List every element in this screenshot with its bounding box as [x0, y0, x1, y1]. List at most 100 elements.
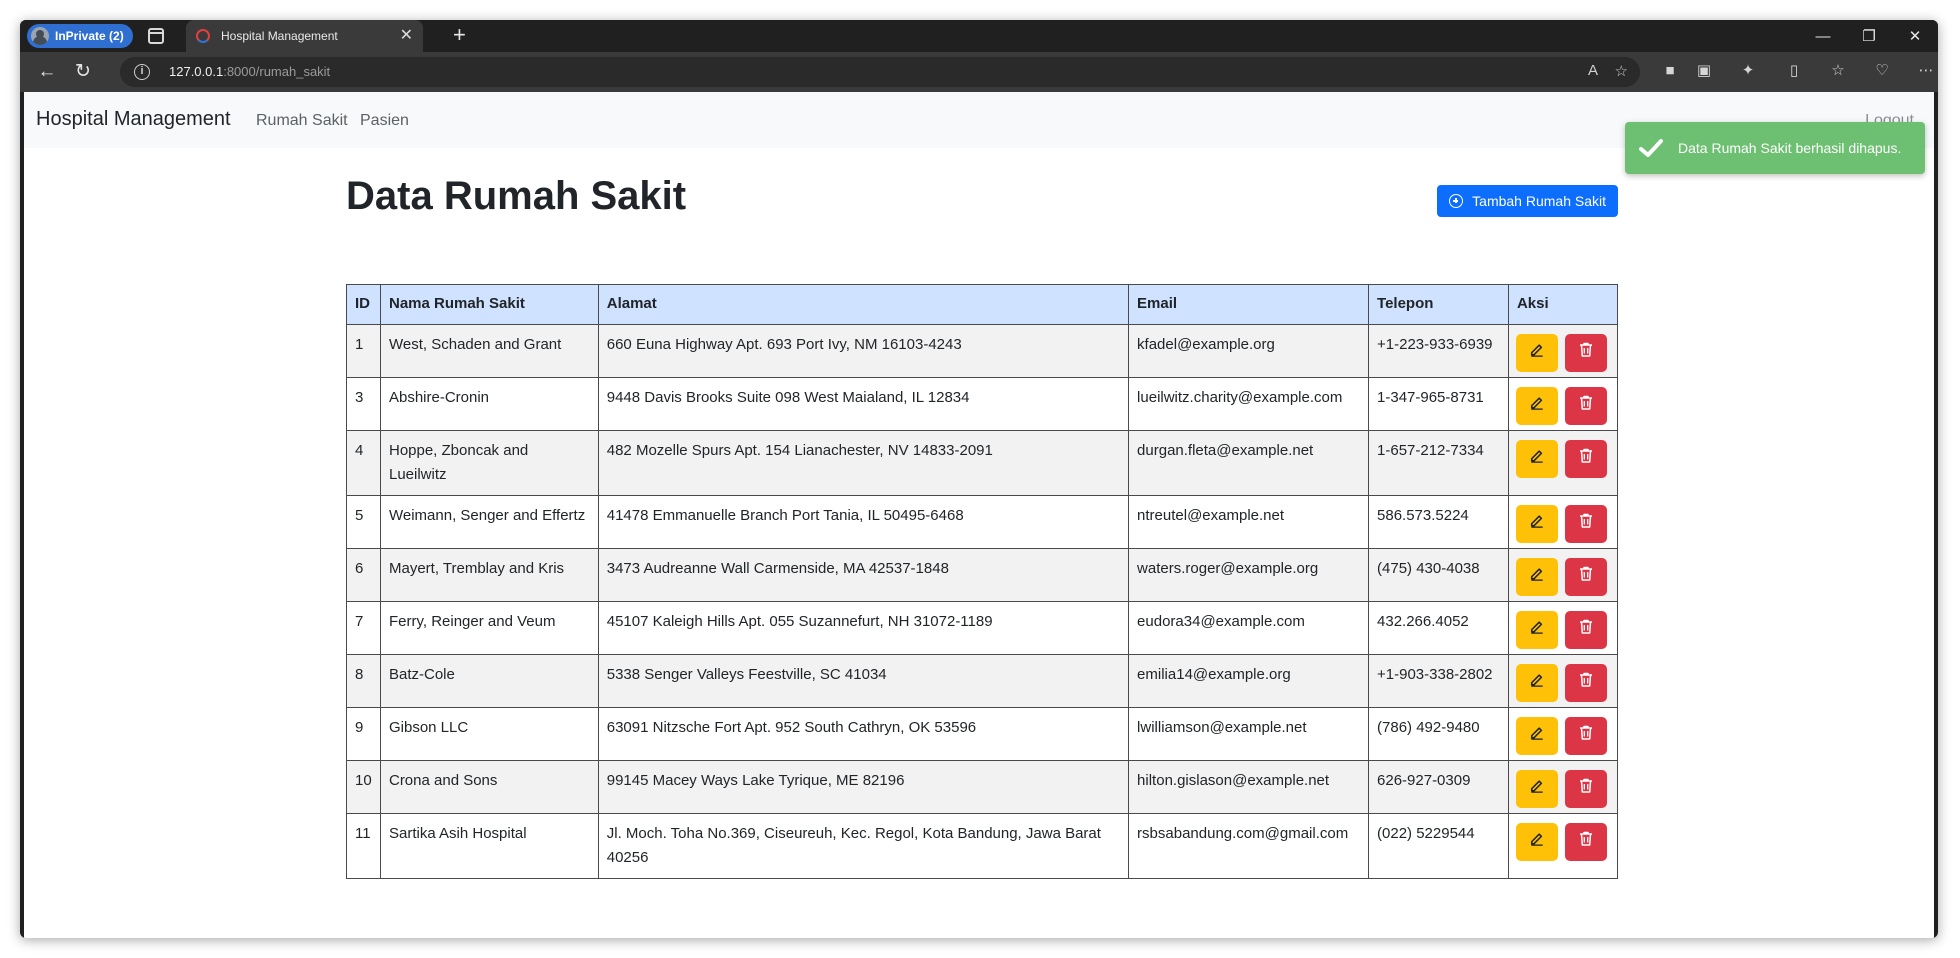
close-window-icon[interactable]: ✕	[1892, 20, 1938, 52]
site-info-icon[interactable]: i	[134, 64, 150, 80]
delete-button[interactable]	[1564, 334, 1607, 372]
edit-icon	[1530, 565, 1544, 589]
edit-button[interactable]	[1515, 611, 1558, 649]
address-toolbar: ← ↻ i 127.0.0.1:8000/rumah_sakit A ☆ ■ ▣…	[20, 52, 1938, 92]
check-icon	[1639, 137, 1665, 159]
table-row: 9 Gibson LLC 63091 Nitzsche Fort Apt. 952 …	[346, 707, 1619, 761]
cell-nama: Gibson LLC	[379, 707, 599, 761]
edit-icon	[1530, 512, 1544, 536]
plus-circle-icon	[1449, 194, 1464, 208]
cell-alamat: 482 Mozelle Spurs Apt. 154 Lianachester,…	[597, 430, 1130, 496]
delete-button[interactable]	[1564, 558, 1607, 596]
cell-id: 4	[346, 430, 381, 496]
extension-icon[interactable]: ■	[1660, 61, 1680, 81]
nav-link-pasien[interactable]: Pasien	[360, 112, 409, 130]
tab-strip: InPrivate (2) Hospital Management ✕ + — …	[20, 20, 1938, 52]
favorites-icon[interactable]: ☆	[1828, 61, 1848, 81]
cell-aksi	[1507, 707, 1619, 761]
delete-button[interactable]	[1564, 664, 1607, 702]
tab-title: Hospital Management	[221, 29, 338, 43]
edit-button[interactable]	[1515, 505, 1558, 543]
edit-button[interactable]	[1515, 558, 1558, 596]
edit-button[interactable]	[1515, 387, 1558, 425]
table-row: 4 Hoppe, Zboncak and Lueilwitz 482 Mozelle…	[346, 430, 1619, 496]
delete-button[interactable]	[1564, 770, 1607, 808]
cell-alamat: 63091 Nitzsche Fort Apt. 952 South Cathr…	[597, 707, 1130, 761]
cell-id: 3	[346, 377, 381, 431]
trash-icon	[1579, 671, 1593, 695]
address-bar[interactable]: i 127.0.0.1:8000/rumah_sakit A ☆	[120, 57, 1640, 87]
cell-alamat: Jl. Moch. Toha No.369, Ciseureuh, Kec. R…	[597, 813, 1130, 879]
minimize-icon[interactable]: —	[1800, 20, 1846, 52]
header-nama: Nama Rumah Sakit	[379, 284, 599, 325]
cell-nama: Abshire-Cronin	[379, 377, 599, 431]
cell-aksi	[1507, 548, 1619, 602]
edit-button[interactable]	[1515, 823, 1558, 861]
cell-email: lueilwitz.charity@example.com	[1128, 377, 1370, 431]
cell-email: emilia14@example.org	[1128, 654, 1370, 708]
tab-actions-icon[interactable]	[148, 28, 164, 44]
cell-alamat: 660 Euna Highway Apt. 693 Port Ivy, NM 1…	[597, 324, 1130, 378]
cell-telepon: (475) 430-4038	[1368, 548, 1509, 602]
delete-button[interactable]	[1564, 387, 1607, 425]
edit-button[interactable]	[1515, 440, 1558, 478]
edit-icon	[1530, 671, 1544, 695]
read-aloud-icon[interactable]: A	[1588, 62, 1598, 79]
browser-essentials-icon[interactable]: ♡	[1872, 61, 1892, 81]
success-toast: Data Rumah Sakit berhasil dihapus.	[1625, 122, 1925, 174]
extension-icon-2[interactable]: ▣	[1694, 61, 1714, 81]
cell-alamat: 41478 Emmanuelle Branch Port Tania, IL 5…	[597, 495, 1130, 549]
cell-aksi	[1507, 813, 1619, 879]
delete-button[interactable]	[1564, 611, 1607, 649]
cell-nama: Ferry, Reinger and Veum	[379, 601, 599, 655]
new-tab-icon[interactable]: +	[453, 24, 466, 46]
table-row: 8 Batz-Cole 5338 Senger Valleys Feestville…	[346, 654, 1619, 708]
close-tab-icon[interactable]: ✕	[400, 28, 413, 44]
nav-link-rumah-sakit[interactable]: Rumah Sakit	[256, 112, 348, 130]
header-alamat: Alamat	[597, 284, 1130, 325]
cell-telepon: (022) 5229544	[1368, 813, 1509, 879]
more-menu-icon[interactable]: ⋯	[1916, 61, 1936, 81]
delete-button[interactable]	[1564, 505, 1607, 543]
favicon-icon	[196, 29, 210, 43]
cell-email: lwilliamson@example.net	[1128, 707, 1370, 761]
restore-icon[interactable]: ❐	[1846, 20, 1892, 52]
edit-button[interactable]	[1515, 770, 1558, 808]
cell-telepon: 432.266.4052	[1368, 601, 1509, 655]
edit-icon	[1530, 394, 1544, 418]
cell-id: 1	[346, 324, 381, 378]
window-controls: — ❐ ✕	[1800, 20, 1938, 52]
extensions-puzzle-icon[interactable]: ✦	[1738, 61, 1758, 81]
split-screen-icon[interactable]: ▯	[1784, 61, 1804, 81]
cell-telepon: +1-223-933-6939	[1368, 324, 1509, 378]
trash-icon	[1579, 565, 1593, 589]
edit-button[interactable]	[1515, 664, 1558, 702]
page-viewport: Hospital Management Rumah Sakit Pasien L…	[24, 92, 1934, 938]
delete-button[interactable]	[1564, 717, 1607, 755]
back-icon[interactable]: ←	[36, 61, 58, 83]
table-row: 5 Weimann, Senger and Effertz 41478 Emmanu…	[346, 495, 1619, 549]
cell-telepon: 626-927-0309	[1368, 760, 1509, 814]
edit-icon	[1530, 447, 1544, 471]
add-rumah-sakit-button[interactable]: Tambah Rumah Sakit	[1437, 185, 1618, 217]
favorite-star-icon[interactable]: ☆	[1615, 62, 1628, 80]
edit-button[interactable]	[1515, 717, 1558, 755]
cell-nama: Batz-Cole	[379, 654, 599, 708]
delete-button[interactable]	[1564, 823, 1607, 861]
table-row: 6 Mayert, Tremblay and Kris 3473 Audreanne…	[346, 548, 1619, 602]
cell-email: kfadel@example.org	[1128, 324, 1370, 378]
toast-message: Data Rumah Sakit berhasil dihapus.	[1678, 140, 1902, 156]
cell-telepon: 1-347-965-8731	[1368, 377, 1509, 431]
refresh-icon[interactable]: ↻	[72, 61, 94, 83]
cell-id: 11	[346, 813, 381, 879]
cell-alamat: 3473 Audreanne Wall Carmenside, MA 42537…	[597, 548, 1130, 602]
edit-button[interactable]	[1515, 334, 1558, 372]
browser-tab[interactable]: Hospital Management ✕	[186, 20, 423, 52]
navbar-brand[interactable]: Hospital Management	[36, 108, 231, 131]
add-button-label: Tambah Rumah Sakit	[1472, 193, 1606, 209]
delete-button[interactable]	[1564, 440, 1607, 478]
cell-telepon: 586.573.5224	[1368, 495, 1509, 549]
cell-aksi	[1507, 654, 1619, 708]
inprivate-profile-button[interactable]: InPrivate (2)	[27, 24, 133, 48]
cell-aksi	[1507, 430, 1619, 496]
